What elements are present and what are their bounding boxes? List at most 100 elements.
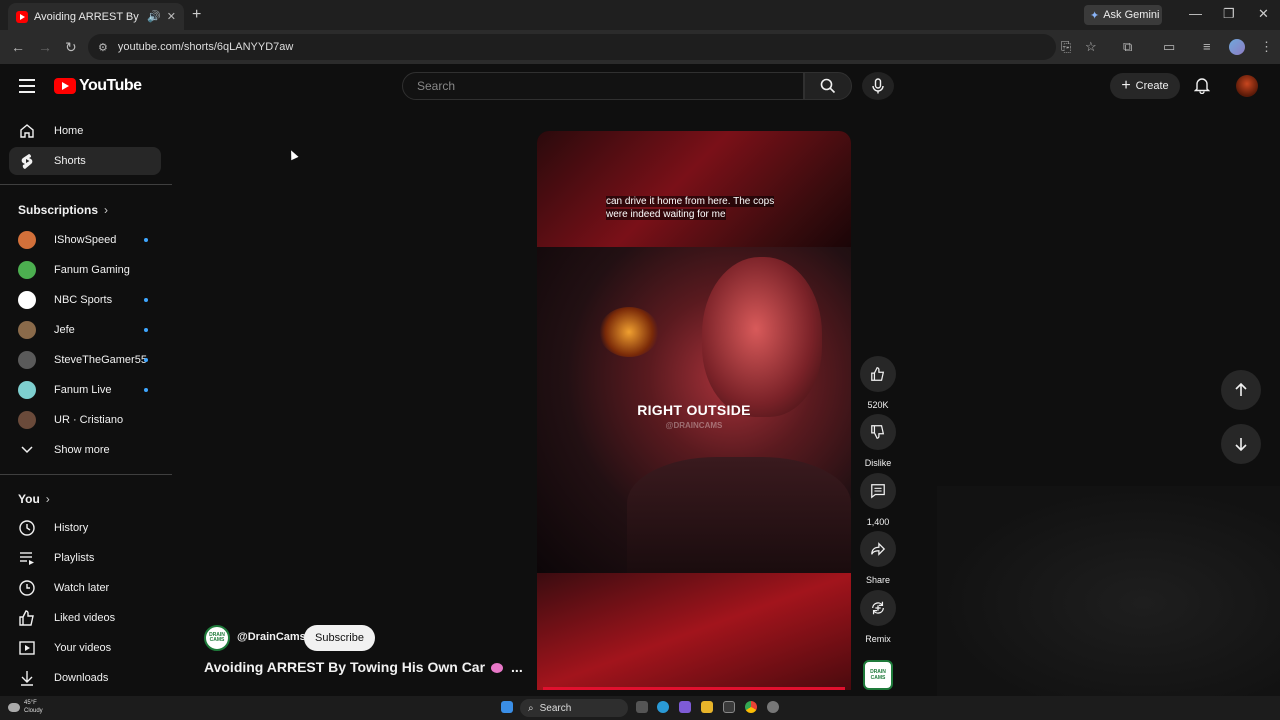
forward-icon[interactable]: → [38, 39, 52, 55]
sidebar-item-subscription[interactable]: IShowSpeed [18, 230, 158, 250]
settings-gear-icon[interactable] [767, 701, 779, 713]
sidebar-item-downloads[interactable]: Downloads [18, 668, 158, 688]
browser-profile-avatar[interactable] [1229, 39, 1245, 55]
thumbs-up-icon [871, 367, 885, 381]
youtube-logo[interactable]: YouTube [54, 77, 142, 95]
channel-thumbnail[interactable]: DRAIN CAMS [863, 660, 893, 690]
like-button[interactable] [860, 356, 896, 392]
arrow-down-icon [1235, 438, 1247, 452]
title-more[interactable]: ... [511, 659, 523, 675]
previous-short-button[interactable] [1221, 370, 1261, 410]
taskbar-search[interactable]: ⌕ Search [520, 699, 628, 717]
sidebar-item-subscription[interactable]: SteveTheGamer55 [18, 350, 158, 370]
video-person-shirt [627, 457, 851, 573]
voice-search-button[interactable] [862, 72, 894, 100]
remix-action[interactable]: Remix [860, 590, 896, 644]
hamburger-menu-icon[interactable] [19, 79, 35, 93]
youtube-play-icon [54, 78, 76, 94]
subscriptions-heading[interactable]: Subscriptions › [18, 203, 108, 217]
next-short-button[interactable] [1221, 424, 1261, 464]
media-control-icon[interactable]: ≡ [1203, 39, 1211, 54]
sidebar-item-your-videos[interactable]: Your videos [18, 638, 158, 658]
close-tab-icon[interactable]: ✕ [167, 10, 176, 23]
subscription-label: UR · Cristiano [54, 414, 124, 426]
cast-icon[interactable]: ▭ [1163, 39, 1175, 55]
video-progress-bar[interactable] [543, 687, 845, 690]
sidebar-item-subscription[interactable]: NBC Sports [18, 290, 158, 310]
comments-button[interactable] [860, 473, 896, 509]
video-title[interactable]: Avoiding ARREST By Towing His Own Car... [204, 659, 523, 675]
close-window-icon[interactable]: ✕ [1258, 6, 1269, 22]
video-person-head [702, 257, 822, 417]
dislike-action[interactable]: Dislike [860, 414, 896, 468]
back-icon[interactable]: ← [11, 39, 25, 55]
video-fire-glow [599, 307, 659, 357]
ambient-background [937, 486, 1280, 720]
create-label: Create [1135, 80, 1169, 92]
show-more-label: Show more [54, 444, 110, 456]
remix-button[interactable] [860, 590, 896, 626]
comment-icon [871, 484, 885, 499]
create-button[interactable]: + Create [1110, 73, 1180, 99]
share-button[interactable] [860, 531, 896, 567]
search-input[interactable]: Search [402, 72, 804, 100]
browser-tab[interactable]: Avoiding ARREST By Towing 🔊 ✕ [8, 3, 184, 30]
new-content-dot [144, 238, 148, 242]
windows-start-icon[interactable] [501, 701, 513, 713]
sidebar-item-label: Watch later [54, 582, 110, 594]
sidebar-item-subscription[interactable]: UR · Cristiano [18, 410, 158, 430]
subscribe-button[interactable]: Subscribe [304, 625, 375, 651]
sidebar-item-playlists[interactable]: Playlists [18, 548, 158, 568]
store-icon[interactable] [723, 701, 735, 713]
you-heading[interactable]: You › [18, 492, 50, 506]
channel-avatar [18, 291, 36, 309]
youtube-favicon-icon [16, 10, 28, 23]
install-app-icon[interactable]: ⎘ [1061, 39, 1071, 55]
sidebar-item-label: Playlists [54, 552, 95, 564]
new-tab-button[interactable]: + [192, 6, 201, 24]
sidebar-item-subscription[interactable]: Fanum Live [18, 380, 158, 400]
sidebar-item-home[interactable]: Home [9, 117, 161, 145]
reload-icon[interactable]: ↻ [65, 39, 77, 56]
sidebar-item-liked-videos[interactable]: Liked videos [18, 608, 158, 628]
extensions-icon[interactable]: ⧉ [1123, 39, 1132, 55]
like-action[interactable]: 520K [860, 356, 896, 410]
edge-icon[interactable] [657, 701, 669, 713]
bookmark-star-icon[interactable]: ☆ [1085, 39, 1097, 55]
notifications-button[interactable] [1193, 76, 1211, 99]
task-view-icon[interactable] [636, 701, 648, 713]
file-explorer-icon[interactable] [701, 701, 713, 713]
chevron-down-icon [18, 441, 36, 459]
new-content-dot [144, 358, 148, 362]
show-more-button[interactable]: Show more [18, 440, 158, 460]
channel-name[interactable]: @DrainCams [237, 631, 306, 643]
sidebar-item-subscription[interactable]: Fanum Gaming [18, 260, 158, 280]
new-content-dot [144, 388, 148, 392]
weather-widget[interactable]: 45°F Cloudy [8, 699, 43, 715]
browser-toolbar: ← → ↻ ⚙ youtube.com/shorts/6qLANYYD7aw ⎘… [0, 30, 1280, 64]
dislike-button[interactable] [860, 414, 896, 450]
browser-menu-icon[interactable]: ⋮ [1260, 39, 1273, 55]
chrome-icon[interactable] [745, 701, 757, 713]
minimize-icon[interactable]: — [1189, 6, 1202, 21]
url-text: youtube.com/shorts/6qLANYYD7aw [117, 41, 294, 53]
account-avatar[interactable] [1236, 75, 1258, 97]
restore-icon[interactable]: ❐ [1223, 6, 1235, 22]
sidebar-item-shorts[interactable]: Shorts [9, 147, 161, 175]
search-button[interactable] [804, 72, 852, 100]
address-bar[interactable]: ⚙ youtube.com/shorts/6qLANYYD7aw [88, 34, 1056, 60]
sidebar-item-history[interactable]: History [18, 518, 158, 538]
copilot-icon[interactable] [679, 701, 691, 713]
ask-gemini-button[interactable]: ✦ Ask Gemini [1084, 5, 1162, 25]
sidebar-item-subscription[interactable]: Jefe [18, 320, 158, 340]
comments-action[interactable]: 1,400 [860, 473, 896, 527]
new-content-dot [144, 328, 148, 332]
share-action[interactable]: Share [860, 531, 896, 585]
plus-icon: + [1121, 77, 1131, 94]
new-content-dot [144, 298, 148, 302]
sidebar-item-watch-later[interactable]: Watch later [18, 578, 158, 598]
speaker-icon[interactable]: 🔊 [147, 10, 161, 23]
channel-avatar[interactable]: DRAIN CAMS [204, 625, 230, 651]
site-info-icon[interactable]: ⚙ [98, 41, 108, 54]
shorts-video-player[interactable]: can drive it home from here. The cops we… [537, 131, 851, 690]
